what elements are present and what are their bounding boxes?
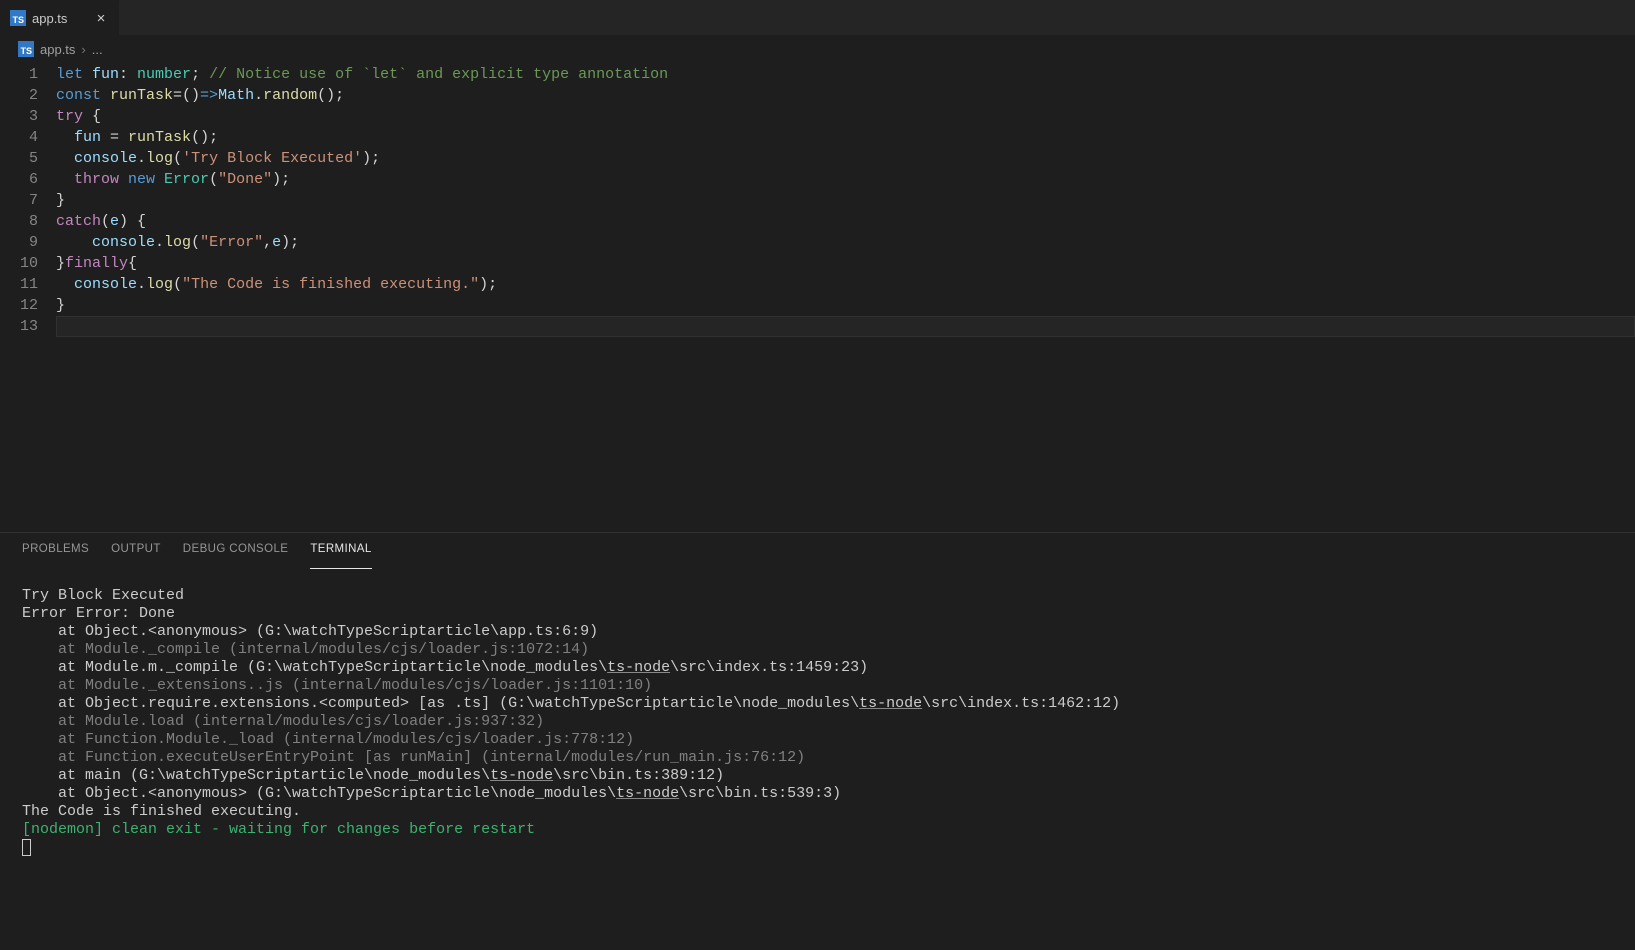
terminal-line: at Object.<anonymous> (G:\watchTypeScrip…	[22, 623, 1613, 641]
breadcrumb-file[interactable]: app.ts	[40, 42, 75, 57]
terminal-line: Error Error: Done	[22, 605, 1613, 623]
code-line[interactable]: try {	[56, 106, 1635, 127]
line-number-gutter: 12345678910111213	[0, 64, 56, 337]
breadcrumb[interactable]: TS app.ts › ...	[0, 35, 1635, 63]
tab-problems[interactable]: PROBLEMS	[22, 543, 89, 569]
tab-app-ts[interactable]: TS app.ts ×	[0, 0, 120, 35]
line-number: 12	[0, 295, 38, 316]
line-number: 7	[0, 190, 38, 211]
code-line[interactable]	[56, 316, 1635, 337]
breadcrumb-tail[interactable]: ...	[92, 42, 103, 57]
terminal-cursor-line[interactable]	[22, 839, 1613, 857]
code-line[interactable]: }finally{	[56, 253, 1635, 274]
code-line[interactable]: const runTask=()=>Math.random();	[56, 85, 1635, 106]
bottom-panel: PROBLEMS OUTPUT DEBUG CONSOLE TERMINAL T…	[0, 532, 1635, 950]
terminal-line: [nodemon] clean exit - waiting for chang…	[22, 821, 1613, 839]
code-line[interactable]: console.log("The Code is finished execut…	[56, 274, 1635, 295]
code-line[interactable]: console.log('Try Block Executed');	[56, 148, 1635, 169]
line-number: 8	[0, 211, 38, 232]
typescript-file-icon: TS	[10, 10, 26, 26]
line-number: 1	[0, 64, 38, 85]
line-number: 2	[0, 85, 38, 106]
tab-filename: app.ts	[32, 11, 67, 26]
terminal-line: at Object.<anonymous> (G:\watchTypeScrip…	[22, 785, 1613, 803]
line-number: 3	[0, 106, 38, 127]
line-number: 9	[0, 232, 38, 253]
terminal-line: at Module.load (internal/modules/cjs/loa…	[22, 713, 1613, 731]
tab-bar: TS app.ts ×	[0, 0, 1635, 35]
code-line[interactable]: catch(e) {	[56, 211, 1635, 232]
terminal-line: at Function.Module._load (internal/modul…	[22, 731, 1613, 749]
code-line[interactable]: }	[56, 295, 1635, 316]
breadcrumb-separator: ›	[81, 42, 85, 57]
line-number: 13	[0, 316, 38, 337]
line-number: 10	[0, 253, 38, 274]
terminal-cursor	[22, 839, 31, 856]
code-line[interactable]: console.log("Error",e);	[56, 232, 1635, 253]
line-number: 6	[0, 169, 38, 190]
panel-tabs: PROBLEMS OUTPUT DEBUG CONSOLE TERMINAL	[0, 533, 1635, 569]
tab-terminal[interactable]: TERMINAL	[310, 543, 371, 569]
terminal-line: at Module._extensions..js (internal/modu…	[22, 677, 1613, 695]
terminal-line: Try Block Executed	[22, 587, 1613, 605]
line-number: 11	[0, 274, 38, 295]
terminal-line: at main (G:\watchTypeScriptarticle\node_…	[22, 767, 1613, 785]
code-line[interactable]: fun = runTask();	[56, 127, 1635, 148]
terminal-line: at Module._compile (internal/modules/cjs…	[22, 641, 1613, 659]
typescript-file-icon: TS	[18, 41, 34, 57]
code-editor[interactable]: 12345678910111213 let fun: number; // No…	[0, 63, 1635, 337]
code-area[interactable]: let fun: number; // Notice use of `let` …	[56, 64, 1635, 337]
terminal-line: at Module.m._compile (G:\watchTypeScript…	[22, 659, 1613, 677]
terminal-line: at Function.executeUserEntryPoint [as ru…	[22, 749, 1613, 767]
terminal-line: The Code is finished executing.	[22, 803, 1613, 821]
terminal-line: at Object.require.extensions.<computed> …	[22, 695, 1613, 713]
close-icon[interactable]: ×	[93, 10, 109, 26]
line-number: 4	[0, 127, 38, 148]
code-line[interactable]: throw new Error("Done");	[56, 169, 1635, 190]
line-number: 5	[0, 148, 38, 169]
code-line[interactable]: }	[56, 190, 1635, 211]
terminal-output[interactable]: Try Block ExecutedError Error: Done at O…	[0, 569, 1635, 950]
tab-output[interactable]: OUTPUT	[111, 543, 161, 569]
code-line[interactable]: let fun: number; // Notice use of `let` …	[56, 64, 1635, 85]
tab-debug-console[interactable]: DEBUG CONSOLE	[183, 543, 289, 569]
